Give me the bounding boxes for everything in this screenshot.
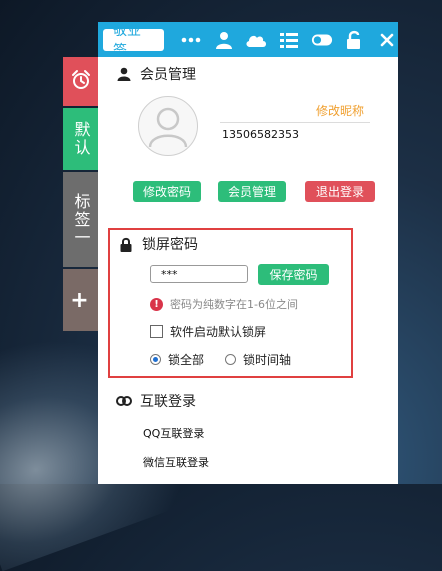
logout-button[interactable]: 退出登录 bbox=[305, 181, 375, 202]
cloud-icon[interactable] bbox=[245, 29, 267, 51]
avatar[interactable] bbox=[138, 96, 198, 156]
phone-number: 13506582353 bbox=[222, 128, 299, 141]
tab-label-one-label: 标签一 bbox=[71, 192, 91, 247]
user-icon bbox=[116, 66, 132, 82]
nickname-underline bbox=[220, 122, 370, 123]
list-icon[interactable] bbox=[278, 29, 300, 51]
member-section-title: 会员管理 bbox=[140, 67, 196, 83]
lock-timeline-label: 锁时间轴 bbox=[243, 353, 292, 367]
lock-timeline-radio[interactable] bbox=[225, 354, 236, 365]
federated-login-title: 互联登录 bbox=[140, 394, 196, 410]
alarm-clock-icon bbox=[70, 69, 92, 95]
brand-logo: 敬业签 bbox=[103, 23, 165, 59]
close-icon[interactable] bbox=[376, 29, 398, 51]
unlock-icon[interactable] bbox=[344, 29, 366, 51]
tab-default[interactable]: 默认 bbox=[63, 108, 98, 170]
member-section-header: 会员管理 bbox=[116, 64, 196, 84]
auto-lock-label: 软件启动默认锁屏 bbox=[170, 325, 267, 339]
link-icon bbox=[116, 393, 132, 409]
password-hint-text: 密码为纯数字在1-6位之间 bbox=[170, 298, 298, 311]
qq-login-link[interactable]: QQ互联登录 bbox=[143, 425, 204, 441]
top-toolbar: 敬业签 bbox=[98, 22, 398, 59]
auto-lock-option[interactable]: 软件启动默认锁屏 bbox=[150, 323, 266, 340]
plus-icon: + bbox=[70, 287, 91, 313]
wechat-login-link[interactable]: 微信互联登录 bbox=[143, 454, 209, 470]
alert-icon: ! bbox=[150, 297, 163, 311]
side-tabs: 默认 标签一 + bbox=[63, 57, 98, 331]
settings-panel: 敬业签 会员管理 修改昵称 13506582353 修改密码 会员管理 退出登录… bbox=[98, 22, 398, 484]
password-hint: ! 密码为纯数字在1-6位之间 bbox=[150, 296, 298, 312]
more-icon[interactable] bbox=[180, 29, 202, 51]
lock-all-label: 锁全部 bbox=[168, 353, 205, 367]
member-manage-button[interactable]: 会员管理 bbox=[218, 181, 286, 202]
edit-nickname-link[interactable]: 修改昵称 bbox=[316, 102, 364, 119]
lock-password-input[interactable]: *** bbox=[150, 265, 248, 283]
change-password-button[interactable]: 修改密码 bbox=[133, 181, 201, 202]
tab-label-one[interactable]: 标签一 bbox=[63, 172, 98, 267]
toggle-icon[interactable] bbox=[311, 29, 333, 51]
add-tab-button[interactable]: + bbox=[63, 269, 98, 331]
alarm-tab[interactable] bbox=[63, 57, 98, 106]
lock-timeline-option[interactable]: 锁时间轴 bbox=[225, 351, 291, 368]
tab-default-label: 默认 bbox=[71, 121, 91, 157]
lock-section-header: 锁屏密码 bbox=[118, 234, 198, 254]
lock-all-option[interactable]: 锁全部 bbox=[150, 351, 204, 368]
federated-login-header: 互联登录 bbox=[116, 391, 196, 411]
lock-all-radio[interactable] bbox=[150, 354, 161, 365]
user-icon[interactable] bbox=[213, 29, 235, 51]
auto-lock-checkbox[interactable] bbox=[150, 325, 163, 338]
save-password-button[interactable]: 保存密码 bbox=[258, 264, 329, 285]
lock-icon bbox=[118, 236, 134, 252]
lock-section-title: 锁屏密码 bbox=[142, 237, 198, 253]
